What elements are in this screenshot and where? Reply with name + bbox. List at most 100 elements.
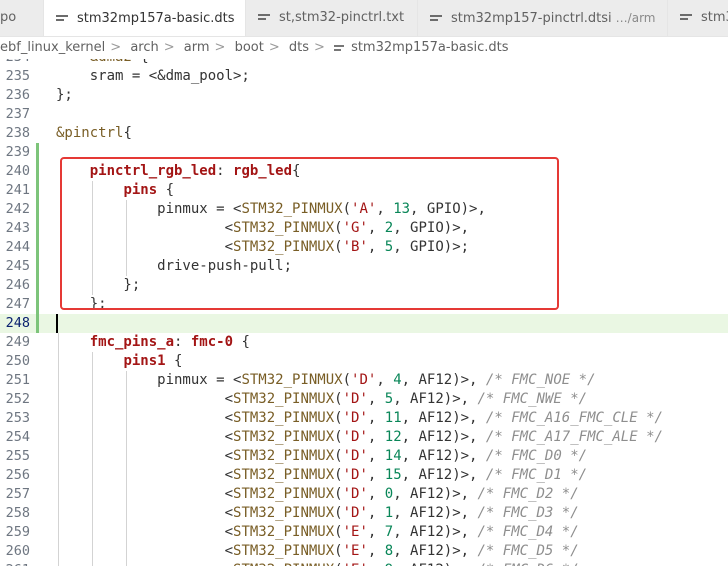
code-token-plain: , AF12)>, xyxy=(401,372,486,388)
code-line[interactable]: 257 <STM32_PINMUX('D', 0, AF12)>, /* FMC… xyxy=(0,485,728,504)
chevron-right-icon: > xyxy=(110,40,122,55)
txt-file-icon xyxy=(258,13,272,23)
line-number: 255 xyxy=(5,448,30,464)
line-code: <STM32_PINMUX('D', 5, AF12)>, /* FMC_NWE… xyxy=(56,390,588,409)
code-token-comment: /* FMC_NWE */ xyxy=(477,391,588,407)
code-line[interactable]: 249 fmc_pins_a: fmc-0 { xyxy=(0,333,728,352)
line-code: fmc_pins_a: fmc-0 { xyxy=(56,333,250,352)
code-token-ref: &pinctrl xyxy=(56,125,124,141)
code-token-macro: STM32_PINMUX xyxy=(233,486,335,502)
code-token-num: 0 xyxy=(384,486,394,502)
code-token-plain: , xyxy=(367,429,385,445)
code-line[interactable]: 235 sram = <&dma_pool>; xyxy=(0,67,728,86)
tab-st-stm32-pinctrl[interactable]: st,stm32-pinctrl.txt xyxy=(246,0,418,36)
line-number: 246 xyxy=(5,277,30,293)
code-line[interactable]: 237 xyxy=(0,105,728,124)
code-line[interactable]: 261 <STM32_PINMUX('E', 9, AF12)>, /* FMC… xyxy=(0,561,728,566)
chevron-right-icon: > xyxy=(163,40,175,55)
code-line[interactable]: 260 <STM32_PINMUX('E', 8, AF12)>, /* FMC… xyxy=(0,542,728,561)
tab-partial-left[interactable]: po xyxy=(0,0,44,36)
line-code: &pinctrl{ xyxy=(56,124,132,143)
code-token-plain: < xyxy=(56,543,234,559)
code-token-num: 1 xyxy=(384,505,394,521)
code-token-num: 5 xyxy=(384,391,394,407)
code-token-plain: ( xyxy=(334,391,343,407)
code-line[interactable]: 250 pins1 { xyxy=(0,352,728,371)
code-line[interactable]: 254 <STM32_PINMUX('D', 12, AF12)>, /* FM… xyxy=(0,428,728,447)
code-line[interactable]: 234 &dma2 { xyxy=(0,59,728,67)
tab-partial-right[interactable]: stm3 xyxy=(668,0,728,36)
code-token-plain: }; xyxy=(56,87,73,103)
code-line[interactable]: 252 <STM32_PINMUX('D', 5, AF12)>, /* FMC… xyxy=(0,390,728,409)
code-token-plain: ( xyxy=(334,524,343,540)
code-token-plain: ( xyxy=(334,410,343,426)
line-number: 235 xyxy=(5,68,30,84)
code-token-plain: , AF12)>, xyxy=(393,391,478,407)
line-code: pinmux = <STM32_PINMUX('D', 4, AF12)>, /… xyxy=(56,371,595,390)
breadcrumb-item[interactable]: dts xyxy=(289,40,309,55)
code-line[interactable]: 238 &pinctrl{ xyxy=(0,124,728,143)
tab-stm32mp157-pinctrl[interactable]: stm32mp157-pinctrl.dtsi …/arm xyxy=(418,0,668,36)
code-token-comment: /* FMC_A16_FMC_CLE */ xyxy=(485,410,663,426)
code-token-plain: sram = <&dma_pool>; xyxy=(56,68,250,84)
code-token-str: 'D' xyxy=(342,505,368,521)
code-line[interactable]: 253 <STM32_PINMUX('D', 11, AF12)>, /* FM… xyxy=(0,409,728,428)
code-token-plain: , AF12)>, xyxy=(401,429,486,445)
code-token-node: fmc-0 xyxy=(190,334,234,350)
code-token-macro: STM32_PINMUX xyxy=(233,448,335,464)
code-token-macro: STM32_PINMUX xyxy=(233,562,334,566)
line-number: 253 xyxy=(5,410,30,426)
line-number: 257 xyxy=(5,486,30,502)
line-number: 236 xyxy=(5,87,30,103)
code-editor[interactable]: 234 &dma2 {235 sram = <&dma_pool>;236};2… xyxy=(0,59,728,566)
line-code: sram = <&dma_pool>; xyxy=(56,67,250,86)
code-token-plain: , AF12)>, xyxy=(393,524,478,540)
tab-label: stm32mp157a-basic.dts xyxy=(77,11,235,26)
line-code: <STM32_PINMUX('D', 1, AF12)>, /* FMC_D3 … xyxy=(56,504,579,523)
tab-stm32mp157a-basic[interactable]: stm32mp157a-basic.dts× xyxy=(44,0,256,36)
line-number: 252 xyxy=(5,391,30,407)
code-token-plain: , xyxy=(367,524,385,540)
code-line[interactable]: 259 <STM32_PINMUX('E', 7, AF12)>, /* FMC… xyxy=(0,523,728,542)
code-token-comment: /* FMC_D1 */ xyxy=(485,467,588,483)
code-token-str: 'E' xyxy=(343,562,368,566)
line-number: 240 xyxy=(5,163,30,179)
code-token-label: fmc_pins_a xyxy=(89,334,175,350)
code-token-num: 7 xyxy=(384,524,394,540)
code-line[interactable]: 248 xyxy=(0,314,728,333)
line-number: 250 xyxy=(5,353,30,369)
code-token-plain: ( xyxy=(334,562,342,566)
line-code: <STM32_PINMUX('E', 9, AF12)>, /* FMC_D6 … xyxy=(56,561,579,566)
breadcrumb-item[interactable]: arch xyxy=(130,40,158,55)
dts-file-icon xyxy=(334,44,345,52)
code-line[interactable]: 256 <STM32_PINMUX('D', 15, AF12)>, /* FM… xyxy=(0,466,728,485)
editor-tab-bar: po stm32mp157a-basic.dts× st,stm32-pinct… xyxy=(0,0,728,37)
code-token-num: 11 xyxy=(384,410,402,426)
breadcrumb-item[interactable]: ebf_linux_kernel xyxy=(0,40,105,55)
code-token-plain: < xyxy=(56,410,234,426)
code-token-plain: , AF12)>, xyxy=(401,448,486,464)
code-token-plain: < xyxy=(56,486,234,502)
code-token-comment: /* FMC_D3 */ xyxy=(477,505,579,521)
code-line[interactable]: 236}; xyxy=(0,86,728,105)
breadcrumb-item[interactable]: stm32mp157a-basic.dts xyxy=(351,40,508,55)
code-token-plain: , xyxy=(376,372,394,388)
chevron-right-icon: > xyxy=(214,40,226,55)
code-token-comment: /* FMC_D2 */ xyxy=(477,486,579,502)
editor-lines: 234 &dma2 {235 sram = <&dma_pool>;236};2… xyxy=(0,59,728,566)
code-token-ref: &dma2 xyxy=(90,59,132,65)
line-code: <STM32_PINMUX('D', 15, AF12)>, /* FMC_D1… xyxy=(56,466,588,485)
code-token-plain: , AF12)>, xyxy=(393,505,478,521)
code-token-str: 'D' xyxy=(342,410,368,426)
code-line[interactable]: 251 pinmux = <STM32_PINMUX('D', 4, AF12)… xyxy=(0,371,728,390)
code-line[interactable]: 255 <STM32_PINMUX('D', 14, AF12)>, /* FM… xyxy=(0,447,728,466)
code-token-plain: , AF12)>, xyxy=(401,467,486,483)
code-line[interactable]: 258 <STM32_PINMUX('D', 1, AF12)>, /* FMC… xyxy=(0,504,728,523)
breadcrumb-item[interactable]: boot xyxy=(235,40,264,55)
code-token-plain: , xyxy=(368,562,385,566)
breadcrumb-item[interactable]: arm xyxy=(184,40,210,55)
code-token-num: 4 xyxy=(393,372,402,388)
code-token-num: 9 xyxy=(385,562,393,566)
